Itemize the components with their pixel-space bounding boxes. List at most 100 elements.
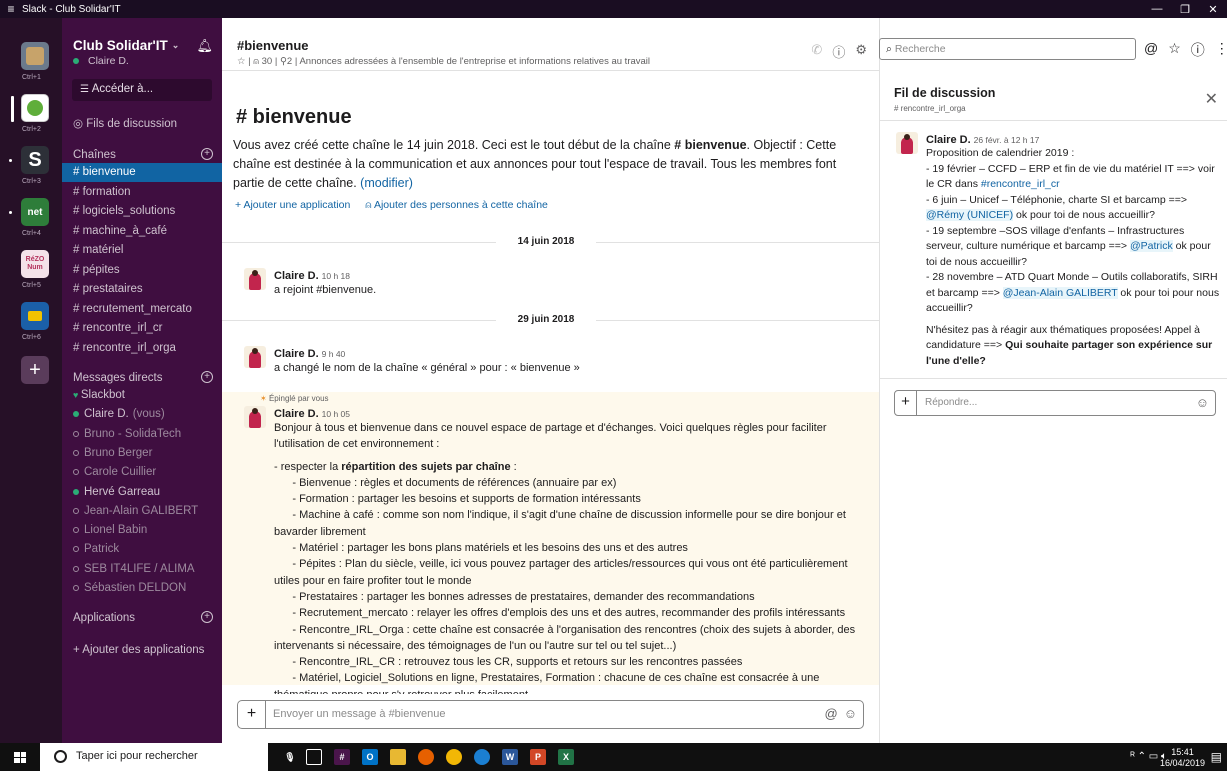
message[interactable]: Claire D. 10 h 18 a rejoint #bienvenue. [244, 268, 874, 298]
sidebar-channel[interactable]: # machine_à_café [62, 222, 222, 241]
message-time[interactable]: 10 h 18 [322, 271, 350, 281]
sidebar-dm[interactable]: SEB IT4LIFE / ALIMA [62, 560, 222, 579]
avatar[interactable] [244, 268, 266, 290]
notification-icon[interactable]: ▤ [1211, 750, 1222, 764]
word-app-icon[interactable]: W [502, 749, 518, 765]
composer-input[interactable]: Envoyer un message à #bienvenue [273, 708, 445, 720]
message[interactable]: Claire D. 9 h 40 a changé le nom de la ch… [244, 346, 874, 376]
mention-icon[interactable]: @ [825, 706, 838, 721]
reply-input[interactable]: Répondre... [925, 397, 977, 408]
message-time[interactable]: 26 févr. à 12 h 17 [974, 135, 1040, 145]
sidebar-dm[interactable]: Lionel Babin [62, 521, 222, 540]
sidebar-dm[interactable]: Claire D. (vous) [62, 405, 222, 424]
slack-app-icon[interactable]: # [334, 749, 350, 765]
message-composer[interactable]: + Envoyer un message à #bienvenue @ ☺ [237, 700, 864, 729]
message-feed[interactable]: # bienvenue Vous avez créé cette chaîne … [222, 72, 879, 694]
pin-count[interactable]: 2 [287, 56, 292, 67]
taskbar-search[interactable]: Taper ici pour rechercher [40, 743, 268, 771]
starred-icon[interactable]: ☆ [1168, 40, 1181, 60]
add-app-link[interactable]: + Ajouter une application [235, 199, 350, 212]
sidebar-dm[interactable]: Bruno Berger [62, 444, 222, 463]
add-people-link[interactable]: ⍝ Ajouter des personnes à cette chaîne [365, 199, 548, 212]
more-icon[interactable]: ⋮ [1215, 40, 1227, 60]
avatar[interactable] [896, 132, 918, 154]
edit-link[interactable]: (modifier) [360, 176, 413, 190]
menu-icon[interactable]: ≡ [0, 2, 22, 16]
workspace-3[interactable]: S [21, 146, 49, 174]
minimize-icon[interactable]: — [1143, 3, 1171, 15]
workspace-5[interactable]: RéZO Num [21, 250, 49, 278]
message-author[interactable]: Claire D. [274, 408, 319, 420]
outlook-app-icon[interactable]: O [362, 749, 378, 765]
sidebar-dm[interactable]: Hervé Garreau [62, 483, 222, 502]
workspace-4[interactable]: net [21, 198, 49, 226]
pin-icon[interactable]: ⚲ [280, 56, 287, 67]
excel-app-icon[interactable]: X [558, 749, 574, 765]
sidebar-dm[interactable]: ♥ Slackbot [62, 386, 222, 405]
message[interactable]: Claire D. 10 h 05 Bonjour à tous et bienv… [244, 406, 874, 694]
mention[interactable]: @Patrick [1130, 240, 1173, 252]
firefox-app-icon[interactable] [418, 749, 434, 765]
channels-header[interactable]: Chaînes + [73, 148, 213, 161]
sidebar-channel[interactable]: # logiciels_solutions [62, 202, 222, 221]
message-time[interactable]: 10 h 05 [322, 409, 350, 419]
task-view-icon[interactable] [306, 749, 322, 765]
sidebar-channel[interactable]: # recrutement_mercato [62, 300, 222, 319]
search-input[interactable]: ⌕ Recherche [879, 38, 1136, 60]
avatar[interactable] [244, 346, 266, 368]
sidebar-channel[interactable]: # formation [62, 183, 222, 202]
sidebar-channel[interactable]: # prestataires [62, 280, 222, 299]
add-workspace-icon[interactable]: + [21, 356, 49, 384]
mentions-icon[interactable]: @ [1144, 40, 1158, 60]
thread-message[interactable]: Claire D. 26 févr. à 12 h 17 Proposition … [896, 132, 1221, 369]
message-author[interactable]: Claire D. [274, 270, 319, 282]
attach-button[interactable]: + [895, 391, 917, 415]
sidebar-channel[interactable]: # matériel [62, 241, 222, 260]
app-icon[interactable] [474, 749, 490, 765]
threads-link[interactable]: ◎ Fils de discussion [73, 116, 213, 130]
jump-to-button[interactable]: ☰ Accéder à... [72, 79, 212, 101]
microphone-icon[interactable]: 🎙︎ [282, 749, 298, 765]
mention[interactable]: @Rémy (UNICEF) [926, 209, 1014, 221]
sidebar-dm[interactable]: Bruno - SolidaTech [62, 425, 222, 444]
sidebar-dm[interactable]: Carole Cuillier [62, 463, 222, 482]
sidebar-dm[interactable]: Sébastien DELDON [62, 579, 222, 598]
team-header[interactable]: Club Solidar'IT ⌄ Claire D. 🔔︎ [73, 38, 213, 67]
phone-icon[interactable]: ✆ [811, 42, 822, 61]
message-author[interactable]: Claire D. [274, 348, 319, 360]
sidebar-channel[interactable]: # pépites [62, 261, 222, 280]
thread-channel[interactable]: # rencontre_irl_orga [894, 104, 966, 113]
attach-button[interactable]: + [238, 701, 266, 728]
emoji-icon[interactable]: ☺ [844, 706, 857, 721]
add-apps-link[interactable]: + Ajouter des applications [73, 644, 213, 656]
add-app-icon[interactable]: + [201, 611, 213, 623]
sidebar-channel[interactable]: # rencontre_irl_orga [62, 339, 222, 358]
reply-composer[interactable]: + Répondre... ☺ [894, 390, 1216, 416]
dm-header[interactable]: Messages directs + [73, 371, 213, 384]
workspace-6[interactable] [21, 302, 49, 330]
add-channel-icon[interactable]: + [201, 148, 213, 160]
powerpoint-app-icon[interactable]: P [530, 749, 546, 765]
workspace-2[interactable] [21, 94, 49, 122]
avatar[interactable] [244, 406, 266, 428]
add-dm-icon[interactable]: + [201, 371, 213, 383]
emoji-icon[interactable]: ☺ [1196, 395, 1209, 410]
star-icon[interactable]: ☆ [237, 56, 246, 67]
mention[interactable]: @Jean-Alain GALIBERT [1002, 286, 1118, 299]
close-window-icon[interactable]: ✕ [1199, 3, 1227, 16]
clock[interactable]: 15:41 16/04/2019 [1160, 747, 1205, 769]
info-icon[interactable]: ⓘ [832, 42, 845, 61]
workspace-1[interactable] [21, 42, 49, 70]
gear-icon[interactable]: ⚙ [855, 42, 867, 61]
channel-title[interactable]: #bienvenue [237, 38, 309, 53]
chrome-app-icon[interactable] [446, 749, 462, 765]
message-author[interactable]: Claire D. [926, 134, 971, 146]
help-icon[interactable]: ⓘ [1191, 40, 1205, 60]
close-icon[interactable]: ✕ [1205, 89, 1218, 109]
bell-icon[interactable]: 🔔︎ [196, 38, 213, 54]
sidebar-dm[interactable]: Jean-Alain GALIBERT [62, 502, 222, 521]
sidebar-dm[interactable]: Patrick [62, 540, 222, 559]
channel-link[interactable]: #rencontre_irl_cr [981, 178, 1060, 190]
members-icon[interactable]: ⍝ [253, 56, 259, 67]
explorer-app-icon[interactable] [390, 749, 406, 765]
